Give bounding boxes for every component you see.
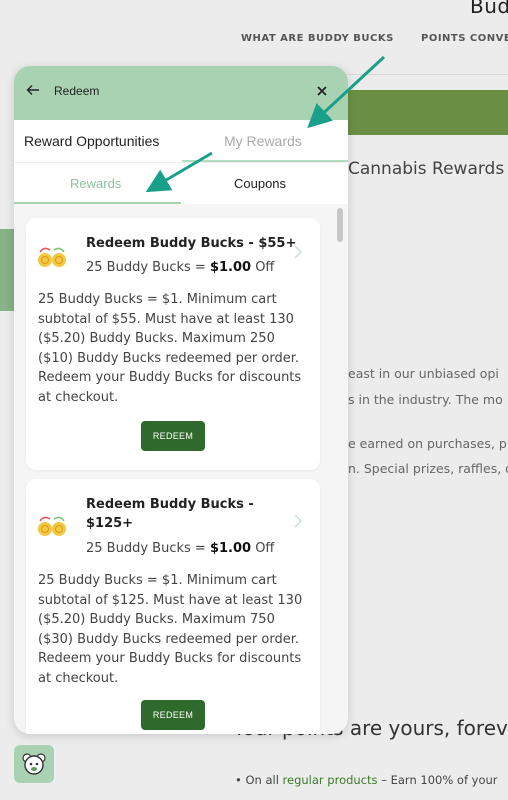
chevron-right-icon[interactable] <box>294 513 303 532</box>
close-icon[interactable] <box>314 82 330 102</box>
tab-my-rewards[interactable]: My Rewards <box>224 133 302 149</box>
reward-title: Redeem Buddy Bucks - $55+ <box>86 236 297 251</box>
body-text-line: east in our unbiased opi <box>348 366 499 381</box>
bullet-prefix: On all <box>245 773 279 787</box>
tab-rewards[interactable]: Rewards <box>70 176 121 191</box>
arrow-left-icon[interactable] <box>26 82 42 102</box>
page-title: Bud <box>470 0 508 18</box>
reward-rate: 25 Buddy Bucks = $1.00 Off <box>86 541 274 556</box>
reward-rate: 25 Buddy Bucks = $1.00 Off <box>86 260 274 275</box>
divider <box>330 74 508 75</box>
reward-description: 25 Buddy Bucks = $1. Minimum cart subtot… <box>38 573 303 686</box>
bullet-suffix: – Earn 100% of your <box>381 773 498 787</box>
chevron-right-icon[interactable] <box>294 244 303 263</box>
tab-coupons[interactable]: Coupons <box>234 176 286 191</box>
rewards-panel: Redeem Reward Opportunities My Rewards R… <box>14 66 348 734</box>
reward-card[interactable]: Redeem Buddy Bucks - $55+ 25 Buddy Bucks… <box>26 218 320 470</box>
bear-icon <box>22 753 46 775</box>
coins-icon <box>36 513 68 539</box>
body-text-line: e earned on purchases, p <box>348 436 507 451</box>
rewards-list[interactable]: Redeem Buddy Bucks - $55+ 25 Buddy Bucks… <box>14 206 348 734</box>
nav-link-points-conversion[interactable]: POINTS CONVE <box>421 33 508 44</box>
rate-suffix: Off <box>251 260 275 275</box>
body-text-line: n. Special prizes, raffles, d <box>348 461 508 476</box>
rate-prefix: 25 Buddy Bucks = <box>86 541 210 556</box>
redeem-button[interactable]: REDEEM <box>141 700 205 730</box>
panel-header: Redeem <box>14 66 348 120</box>
rate-prefix: 25 Buddy Bucks = <box>86 260 210 275</box>
section-heading: Cannabis Rewards I <box>348 159 508 179</box>
scrollbar[interactable] <box>337 208 343 242</box>
rewards-launcher-button[interactable] <box>14 745 54 783</box>
regular-products-link[interactable]: regular products <box>283 773 378 787</box>
nav-link-what-are-buddy-bucks[interactable]: WHAT ARE BUDDY BUCKS <box>241 33 394 44</box>
reward-card[interactable]: Redeem Buddy Bucks - $125+ 25 Buddy Buck… <box>26 479 320 734</box>
bullet-item: • On all regular products – Earn 100% of… <box>235 773 498 787</box>
coins-icon <box>36 244 68 270</box>
reward-title: Redeem Buddy Bucks - $125+ <box>86 497 254 531</box>
top-tabs: Reward Opportunities My Rewards <box>14 120 348 162</box>
tab-reward-opportunities[interactable]: Reward Opportunities <box>24 133 159 149</box>
body-text-line: s in the industry. The mo <box>348 392 503 407</box>
rate-value: $1.00 <box>209 541 252 556</box>
banner <box>330 90 508 135</box>
redeem-button[interactable]: REDEEM <box>141 421 205 451</box>
rate-suffix: Off <box>251 541 275 556</box>
sub-tabs: Rewards Coupons <box>14 162 348 204</box>
reward-description: 25 Buddy Bucks = $1. Minimum cart subtot… <box>38 292 302 405</box>
rate-value: $1.00 <box>209 260 252 275</box>
active-subtab-indicator <box>14 202 181 204</box>
panel-title: Redeem <box>54 84 100 98</box>
